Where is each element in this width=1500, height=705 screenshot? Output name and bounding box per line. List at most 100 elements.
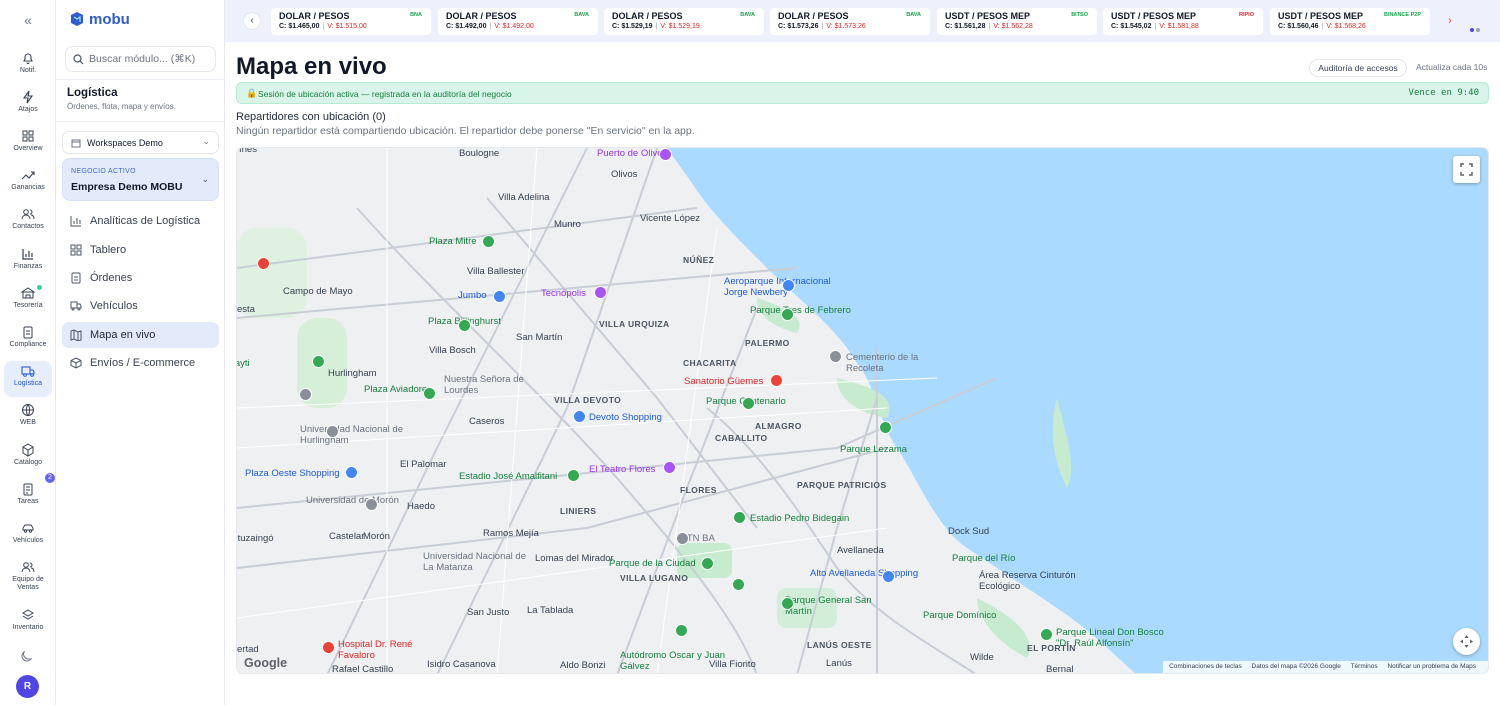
park-pin-icon[interactable] xyxy=(675,624,688,637)
map-label[interactable]: Parque de la Ciudad xyxy=(609,558,696,569)
rail-item-contacts[interactable]: Contactos xyxy=(4,204,52,240)
rail-item-overview[interactable]: Overview xyxy=(4,126,52,162)
park-pin-icon[interactable] xyxy=(879,421,892,434)
poi-pin-icon[interactable] xyxy=(326,425,339,438)
camera-control-button[interactable] xyxy=(1453,628,1480,655)
map-label[interactable]: Castelar xyxy=(329,531,364,542)
collapse-icon[interactable]: « xyxy=(18,10,38,30)
rail-item-logistics[interactable]: Logística xyxy=(4,361,52,397)
map-label[interactable]: Tecnópolis xyxy=(541,288,586,299)
map-label[interactable]: Vicente López xyxy=(640,213,700,224)
map-label[interactable]: Nuestra Señora de Lourdes xyxy=(444,374,554,396)
keyboard-shortcuts-link[interactable]: Combinaciones de teclas xyxy=(1169,663,1242,670)
access-audit-button[interactable]: Auditoría de accesos xyxy=(1309,59,1407,77)
map-label[interactable]: esta xyxy=(237,304,255,315)
map-label[interactable]: El Teatro Flores xyxy=(589,464,655,475)
avatar[interactable]: R xyxy=(16,675,39,698)
shopping-pin-icon[interactable] xyxy=(345,466,358,479)
park-pin-icon[interactable] xyxy=(732,578,745,591)
map-label[interactable]: San Martín xyxy=(516,332,562,343)
map-label[interactable]: Villa Adelina xyxy=(498,192,550,203)
rail-item-shortcuts[interactable]: Atajos xyxy=(4,87,52,123)
map-label[interactable]: Sanatorio Güemes xyxy=(684,376,763,387)
rail-item-tasks[interactable]: Tareas xyxy=(4,479,52,515)
hospital-pin-icon[interactable] xyxy=(770,374,783,387)
map-label[interactable]: Campo de Mayo xyxy=(283,286,353,297)
map-label[interactable]: Munro xyxy=(554,219,581,230)
map-label[interactable]: El Palomar xyxy=(400,459,446,470)
rail-item-compliance[interactable]: Compliance xyxy=(4,322,52,358)
map-label[interactable]: Caseros xyxy=(469,416,504,427)
park-pin-icon[interactable] xyxy=(567,469,580,482)
map-label[interactable]: Puerto de Olivos xyxy=(597,148,667,159)
rail-item-inventory[interactable]: Inventario xyxy=(4,605,52,641)
map-label[interactable]: Universidad Nacional de La Matanza xyxy=(423,551,533,573)
ticker-card[interactable]: DOLAR / PESOS BAVA C: $1.492,00 | V: $1.492,… xyxy=(438,8,598,35)
map-label[interactable]: Parque Domínico xyxy=(923,610,996,621)
map-label[interactable]: VILLA LUGANO xyxy=(620,573,688,583)
report-problem-link[interactable]: Notificar un problema de Maps xyxy=(1387,663,1476,670)
map-label[interactable]: Alto Avellaneda Shopping xyxy=(810,568,920,579)
rail-item-sales-team[interactable]: Equipo de Ventas xyxy=(4,557,52,597)
map-label[interactable]: Parque del Río xyxy=(952,553,1015,564)
map-label[interactable]: Parque Tres de Febrero xyxy=(750,305,851,316)
nav-item-live-map[interactable]: Mapa en vivo xyxy=(62,322,219,348)
rail-item-notifications[interactable]: Notif. xyxy=(4,48,52,84)
ticker-prev-button[interactable]: ‹ xyxy=(243,12,261,30)
rail-item-treasury[interactable]: Tesorería xyxy=(4,283,52,319)
map-label[interactable]: Villa Fiorito xyxy=(709,659,756,670)
map-label[interactable]: EL PORTÍN xyxy=(1027,643,1076,653)
rail-item-web[interactable]: WEB xyxy=(4,400,52,436)
map-label[interactable]: Área Reserva Cinturón Ecológico xyxy=(979,570,1089,592)
map-label[interactable]: Ituzaingó xyxy=(237,533,274,544)
map-label[interactable]: Bernal xyxy=(1046,664,1073,673)
map-label[interactable]: Haedo xyxy=(407,501,435,512)
park-pin-icon[interactable] xyxy=(781,308,794,321)
map-label[interactable]: Wilde xyxy=(970,652,994,663)
live-map[interactable]: Boulogne Puerto de Olivos Olivos Villa Adel… xyxy=(236,147,1489,674)
terms-link[interactable]: Términos xyxy=(1351,663,1378,670)
park-pin-icon[interactable] xyxy=(482,235,495,248)
map-label[interactable]: CHACARITA xyxy=(683,358,737,368)
map-label[interactable]: Cementerio de la Recoleta xyxy=(846,352,956,374)
map-label[interactable]: Lomas del Mirador xyxy=(535,553,614,564)
map-label[interactable]: Ramos Mejía xyxy=(483,528,539,539)
map-label[interactable]: PARQUE PATRICIOS xyxy=(797,480,887,490)
map-label[interactable]: NÚÑEZ xyxy=(683,255,714,265)
map-label[interactable]: Estadio José Amalfitani xyxy=(459,471,569,482)
map-label[interactable]: La Tablada xyxy=(527,605,573,616)
map-label[interactable]: CABALLITO xyxy=(715,433,768,443)
map-label[interactable]: Universidad Nacional de Hurlingham xyxy=(300,424,410,446)
park-pin-icon[interactable] xyxy=(742,397,755,410)
brand-logo[interactable]: mobu xyxy=(69,10,130,28)
airport-pin-icon[interactable] xyxy=(782,279,795,292)
ticker-card[interactable]: DOLAR / PESOS BAVA C: $1.529,19 | V: $1.529,… xyxy=(604,8,764,35)
park-pin-icon[interactable] xyxy=(312,355,325,368)
map-label[interactable]: FLORES xyxy=(680,485,717,495)
map-label[interactable]: Plaza Aviadores xyxy=(364,384,432,395)
map-label[interactable]: Parque General San Martín xyxy=(785,595,895,617)
map-label[interactable]: Ines xyxy=(239,148,257,155)
park-pin-icon[interactable] xyxy=(701,557,714,570)
map-label[interactable]: Villa Bosch xyxy=(429,345,476,356)
nav-item-vehicles[interactable]: Vehículos xyxy=(62,293,219,319)
map-label[interactable]: PALERMO xyxy=(745,338,790,348)
map-label[interactable]: Boulogne xyxy=(459,148,499,159)
map-label[interactable]: Estadio Pedro Bidegain xyxy=(750,513,849,524)
park-pin-icon[interactable] xyxy=(423,387,436,400)
poi-pin-icon[interactable] xyxy=(663,461,676,474)
rail-item-catalog[interactable]: Catálogo xyxy=(4,440,52,476)
nav-item-board[interactable]: Tablero xyxy=(62,237,219,263)
map-label[interactable]: Parque Lezama xyxy=(840,444,907,455)
ticker-card[interactable]: USDT / PESOS MEP BINANCE P2P C: $1.560,46 |… xyxy=(1270,8,1430,35)
map-label[interactable]: Devoto Shopping xyxy=(589,412,662,423)
map-label[interactable]: Lanús xyxy=(826,658,852,669)
shopping-pin-icon[interactable] xyxy=(882,570,895,583)
poi-pin-icon[interactable] xyxy=(676,532,689,545)
map-label[interactable]: LANÚS OESTE xyxy=(807,640,872,650)
ticker-pagination[interactable] xyxy=(1470,19,1482,37)
poi-pin-icon[interactable] xyxy=(365,498,378,511)
nav-item-shipments[interactable]: Envíos / E-commerce xyxy=(62,350,219,376)
ticker-next-button[interactable]: › xyxy=(1441,12,1459,30)
ticker-card[interactable]: DOLAR / PESOS BAVA C: $1.573,26 | V: $1.573,… xyxy=(770,8,930,35)
